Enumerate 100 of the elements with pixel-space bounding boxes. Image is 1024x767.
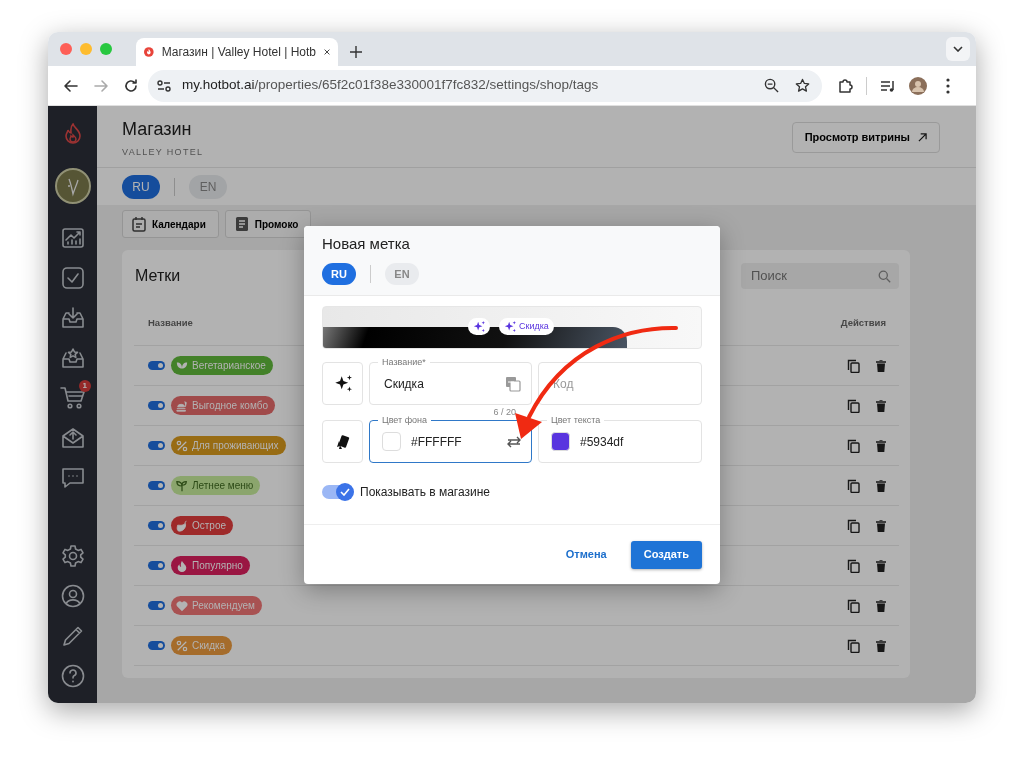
- language-tab[interactable]: RU: [122, 174, 160, 199]
- calendar-icon: [131, 216, 147, 232]
- translate-icon[interactable]: [505, 375, 521, 392]
- trash-icon[interactable]: [876, 639, 886, 652]
- reload-icon[interactable]: [123, 77, 139, 94]
- back-icon[interactable]: [63, 77, 79, 94]
- tag-chip: Вегетарианское: [171, 356, 273, 375]
- site-settings-icon[interactable]: [156, 77, 172, 94]
- pepper-icon: [176, 519, 188, 532]
- visibility-toggle[interactable]: [148, 481, 165, 490]
- sparkle-icon: [333, 374, 352, 393]
- trash-icon[interactable]: [876, 399, 886, 412]
- external-arrow-icon: [918, 132, 927, 142]
- tag-chip: Острое: [171, 516, 234, 535]
- language-tab[interactable]: RU: [322, 263, 356, 285]
- search-field[interactable]: Поиск: [741, 263, 899, 289]
- search-input[interactable]: Поиск: [749, 265, 859, 287]
- visibility-toggle[interactable]: [148, 441, 165, 450]
- close-icon[interactable]: [324, 47, 330, 57]
- new-tab-icon[interactable]: [350, 46, 362, 58]
- percent-icon: [176, 639, 188, 652]
- preview-tag-chip: Скидка: [499, 318, 554, 335]
- cancel-button[interactable]: Отмена: [559, 545, 613, 564]
- user-icon[interactable]: [60, 584, 85, 608]
- trash-icon[interactable]: [876, 559, 886, 572]
- copy-icon[interactable]: [847, 638, 860, 653]
- tag-chip: Летнее меню: [171, 476, 261, 495]
- trash-icon[interactable]: [876, 599, 886, 612]
- caret-icon: [953, 46, 963, 52]
- copy-icon[interactable]: [847, 358, 860, 373]
- chat-icon[interactable]: [60, 466, 85, 490]
- burger-icon: [176, 399, 188, 412]
- copy-icon[interactable]: [847, 518, 860, 533]
- code-field[interactable]: Код: [538, 362, 702, 405]
- pencil-icon[interactable]: [60, 624, 85, 648]
- tab-list-button[interactable]: [946, 37, 970, 61]
- address-bar[interactable]: my.hotbot.ai/properties/65f2c01f38e330001f7fc832/settings/shop/tags: [148, 69, 822, 102]
- puzzle-icon[interactable]: [837, 77, 853, 94]
- hotel-name: VALLEY HOTEL: [122, 146, 204, 159]
- cart-icon[interactable]: [59, 386, 86, 410]
- card-title: Метки: [134, 266, 181, 286]
- visibility-toggle[interactable]: [148, 641, 165, 650]
- copy-icon[interactable]: [847, 438, 860, 453]
- color-input[interactable]: #FFFFFF: [409, 431, 499, 452]
- zoom-out-icon[interactable]: [764, 78, 779, 93]
- storefront-button[interactable]: Просмотр витрины: [791, 122, 940, 153]
- copy-icon[interactable]: [847, 398, 860, 413]
- copy-icon[interactable]: [847, 478, 860, 493]
- star-icon[interactable]: [795, 78, 810, 93]
- code-input[interactable]: Код: [551, 373, 691, 394]
- fire-icon: [176, 559, 188, 572]
- inbox-star-icon[interactable]: [60, 346, 85, 370]
- settings-icon[interactable]: [60, 544, 85, 568]
- swap-icon[interactable]: [507, 435, 521, 448]
- cart-count-badge: 1: [78, 380, 91, 392]
- visibility-toggle[interactable]: [148, 361, 165, 370]
- color-swatch[interactable]: [382, 432, 401, 451]
- checkbox-icon[interactable]: [60, 266, 85, 290]
- copy-icon[interactable]: [847, 598, 860, 613]
- heart-icon: [176, 599, 188, 612]
- page-title: Магазин: [122, 118, 193, 140]
- tag-chip: Скидка: [171, 636, 233, 655]
- visibility-toggle[interactable]: [148, 521, 165, 530]
- visibility-toggle[interactable]: [148, 561, 165, 570]
- section-tab[interactable]: Календари: [122, 210, 219, 238]
- help-icon[interactable]: [60, 664, 85, 688]
- sparkle-icon: [504, 320, 516, 333]
- profile-avatar-icon[interactable]: [909, 76, 927, 95]
- menu-icon[interactable]: [946, 77, 950, 94]
- switch-label: Показывать в магазине: [360, 484, 490, 501]
- color-swatch[interactable]: [551, 432, 570, 451]
- color-input[interactable]: #5934df: [578, 431, 691, 452]
- url-text: my.hotbot.ai/properties/65f2c01f38e330001f7fc832/settings/shop/tags: [182, 76, 599, 95]
- search-icon[interactable]: [878, 269, 891, 283]
- document-icon: [233, 216, 250, 232]
- browser-tab[interactable]: Магазин | Valley Hotel | Hotb: [136, 38, 338, 66]
- visibility-toggle[interactable]: [148, 401, 165, 410]
- tag-chip: Рекомендуем: [171, 596, 262, 615]
- column-header: Название: [148, 316, 193, 331]
- envelope-icon[interactable]: [60, 426, 85, 450]
- section-tab[interactable]: Промоко: [224, 210, 312, 238]
- dialog-title: Новая метка: [322, 235, 411, 253]
- chart-icon[interactable]: [60, 226, 85, 250]
- trash-icon[interactable]: [876, 359, 886, 372]
- sprout-icon: [176, 479, 188, 492]
- visibility-toggle[interactable]: [148, 601, 165, 610]
- trash-icon[interactable]: [876, 439, 886, 452]
- tag-chip: Выгодное комбо: [171, 396, 275, 415]
- name-input[interactable]: Скидка: [382, 373, 497, 394]
- hotel-logo-icon[interactable]: [54, 168, 91, 204]
- tab-title: Магазин | Valley Hotel | Hotb: [161, 44, 316, 61]
- check-icon: [340, 488, 350, 496]
- tag-chip: Популярно: [171, 556, 250, 575]
- trash-icon[interactable]: [876, 519, 886, 532]
- copy-icon[interactable]: [847, 558, 860, 573]
- color-picker-button[interactable]: [322, 420, 363, 463]
- trash-icon[interactable]: [876, 479, 886, 492]
- create-button[interactable]: Создать: [630, 540, 702, 569]
- inbox-download-icon[interactable]: [60, 306, 85, 330]
- icon-picker-button[interactable]: [322, 362, 363, 405]
